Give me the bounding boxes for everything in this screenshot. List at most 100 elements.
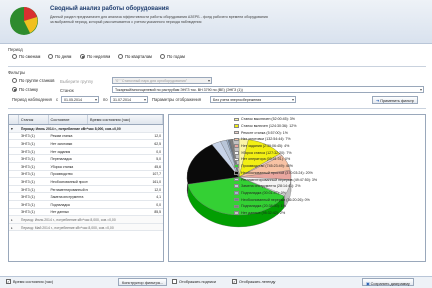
period-option-days[interactable]: По дням (48, 54, 71, 59)
cell-machine: ЭНГЗ (1) (20, 195, 35, 200)
legend-item: Регламентированный перерыв (49:47:50): 3… (234, 176, 424, 183)
legend-swatch (234, 191, 239, 195)
checkbox-checked: ✓ (232, 279, 237, 284)
legend-item: Нет задания (2:39:06:45): 4% (234, 143, 424, 150)
legend-swatch (234, 197, 239, 202)
cell-machine: ЭНГЗ (1) (20, 187, 35, 192)
legend-swatch (234, 171, 239, 175)
grid-header-spacer (9, 115, 19, 124)
show-legend-checkbox[interactable]: ✓ Отображать легенду (232, 279, 275, 284)
table-row[interactable]: ЭНГЗ (1) Переналадка 5,0 (9, 155, 163, 163)
table-row[interactable]: ЭНГЗ (1) Уборка станка 45,6 (9, 163, 163, 171)
legend-label: Нет задания (2:39:06:45): 4% (241, 144, 290, 149)
legend-swatch (234, 177, 239, 182)
legend-swatch (234, 137, 239, 142)
date-from-field[interactable]: 01.05.2014 (61, 96, 99, 103)
collapsed-group-row[interactable]: ▸ Период: Июль 2014 г., потребление кВт*ч… (9, 216, 163, 224)
table-row[interactable]: ЭНГЗ (1) Подналадка 0,0 (9, 201, 163, 209)
cell-machine: ЭНГЗ (1) (20, 179, 35, 184)
legend-swatch (234, 157, 239, 162)
expand-icon[interactable]: ▸ (9, 216, 19, 223)
radio-dot-selected (80, 54, 85, 59)
cell-time: 0,0 (156, 149, 161, 154)
row-spacer (9, 155, 19, 162)
table-row[interactable]: ЭНГЗ (1) Режим станка 12,0 (9, 133, 163, 141)
filter-by-machine-radio[interactable]: По станку (12, 87, 38, 92)
legend-item: Нет заготовки (132:54:44): 7% (234, 136, 424, 143)
table-row[interactable]: ЭНГЗ (1) Замена инструмента 4,1 (9, 193, 163, 201)
checkbox (172, 279, 177, 284)
radio-dot (12, 78, 17, 83)
table-row[interactable]: ЭНГЗ (1) Необоснованный простой 161,0 (9, 178, 163, 186)
show-labels-checkbox[interactable]: Отображать подписи (172, 279, 216, 284)
filter-by-group-radio[interactable]: По группе станков (12, 78, 54, 83)
cell-time: 5,0 (156, 157, 161, 162)
table-row[interactable]: ЭНГЗ (1) Нет данных 85,5 (9, 209, 163, 217)
legend-label: Подналадка (00:01:47): 0% (241, 190, 286, 195)
period-option-weeks[interactable]: По неделям (80, 54, 110, 59)
legend-label: Нет заготовки (132:54:44): 7% (241, 137, 291, 142)
row-spacer (9, 163, 19, 170)
period-option-years[interactable]: По годам (160, 54, 185, 59)
collapse-icon[interactable]: ▾ (9, 125, 19, 132)
legend-item: Нет данных (95:32:42): 2% (234, 210, 424, 217)
save-chart-button[interactable]: ▣ Сохранить диаграмму (362, 278, 414, 286)
period-option-quarters[interactable]: По кварталам (118, 54, 152, 59)
machine-field-label: Станок (60, 88, 74, 93)
machine-select[interactable]: Токарный/многоцелевой по раструбам ЭНГЗ … (112, 86, 424, 93)
date-to-field[interactable]: 31.07.2014 (110, 96, 148, 103)
cell-machine: ЭНГЗ (1) (20, 157, 35, 162)
group-select[interactable]: "0" "Станочный парк для оргоборудования" (112, 77, 212, 84)
cell-state: Переналадка (50, 157, 72, 162)
cell-time: 0,0 (156, 202, 161, 207)
table-row[interactable]: ЭНГЗ (1) Нет заготовки 62,5 (9, 140, 163, 148)
table-row[interactable]: ЭНГЗ (1) Нет задания 0,0 (9, 148, 163, 156)
legend-label: Подналадка (20:38:00): 1% (241, 204, 286, 209)
radio-dot (12, 54, 17, 59)
legend-label: Необоснованный перерыв (36:20:26): 0% (241, 197, 310, 202)
period-section-label: Период (8, 47, 23, 52)
display-params-select[interactable]: Без учета энергосбережения (210, 96, 296, 103)
legend-label: Станок включен (124:30:36): 12% (241, 124, 297, 129)
table-row[interactable]: ЭНГЗ (1) Регламентированный перерыв 12,0 (9, 186, 163, 194)
expand-icon[interactable]: ▸ (9, 224, 19, 231)
radio-dot (48, 54, 53, 59)
row-spacer (9, 193, 19, 200)
group-field-label: Выберите группу (60, 79, 94, 84)
column-header-machine[interactable]: Станок (19, 115, 49, 124)
page-title: Сводный анализ работы оборудования (50, 6, 169, 12)
legend-label: Ремонт станка (5:57:00): 1% (241, 130, 288, 135)
checkbox-checked: ✓ (6, 279, 11, 284)
apply-filter-button[interactable]: ➜ Применить фильтр (372, 95, 418, 104)
column-header-state[interactable]: Состояние (49, 115, 89, 124)
row-spacer (9, 171, 19, 178)
row-spacer (9, 201, 19, 208)
group-row[interactable]: ▾ Период: Июнь 2014 г., потребление кВт*… (9, 125, 163, 133)
legend-label: Замена инструмента (28:14:41): 2% (241, 184, 301, 189)
radio-dot (118, 54, 123, 59)
row-spacer (9, 133, 19, 140)
cell-state: Регламентированный перерыв (50, 187, 88, 192)
legend-swatch (234, 124, 239, 128)
table-row[interactable]: ЭНГЗ (1) Производство 107,7 (9, 171, 163, 179)
cell-state: Необоснованный простой (50, 179, 89, 184)
date-to-prefix: по (103, 97, 108, 102)
cell-state: Нет заготовки (50, 141, 73, 146)
cell-machine: ЭНГЗ (1) (20, 202, 35, 207)
cell-state: Производство (50, 172, 73, 177)
legend-swatch (234, 144, 239, 148)
show-time-checkbox[interactable]: ✓ Время состояния (час) (6, 279, 53, 284)
page-description: Данный раздел предназначен для анализа э… (50, 15, 268, 24)
legend-item: Подналадка (20:38:00): 1% (234, 203, 424, 210)
observation-period-label: Период наблюдения (12, 97, 52, 102)
cell-time: 107,7 (152, 172, 162, 177)
legend-item: Замена инструмента (28:14:41): 2% (234, 183, 424, 190)
legend-label: Регламентированный перерыв (49:47:50): 3… (241, 177, 318, 182)
constructor-filter-button[interactable]: Конструктор фильтра... (118, 278, 167, 286)
cell-state: Нет задания (50, 149, 71, 154)
cell-state: Замена инструмента (50, 195, 84, 200)
period-option-shifts[interactable]: По сменам (12, 54, 40, 59)
row-spacer (9, 178, 19, 185)
column-header-time[interactable]: Время состояния (час) (88, 115, 163, 124)
collapsed-group-row[interactable]: ▸ Период: Май 2014 г., потребление кВт*ча… (9, 223, 163, 232)
